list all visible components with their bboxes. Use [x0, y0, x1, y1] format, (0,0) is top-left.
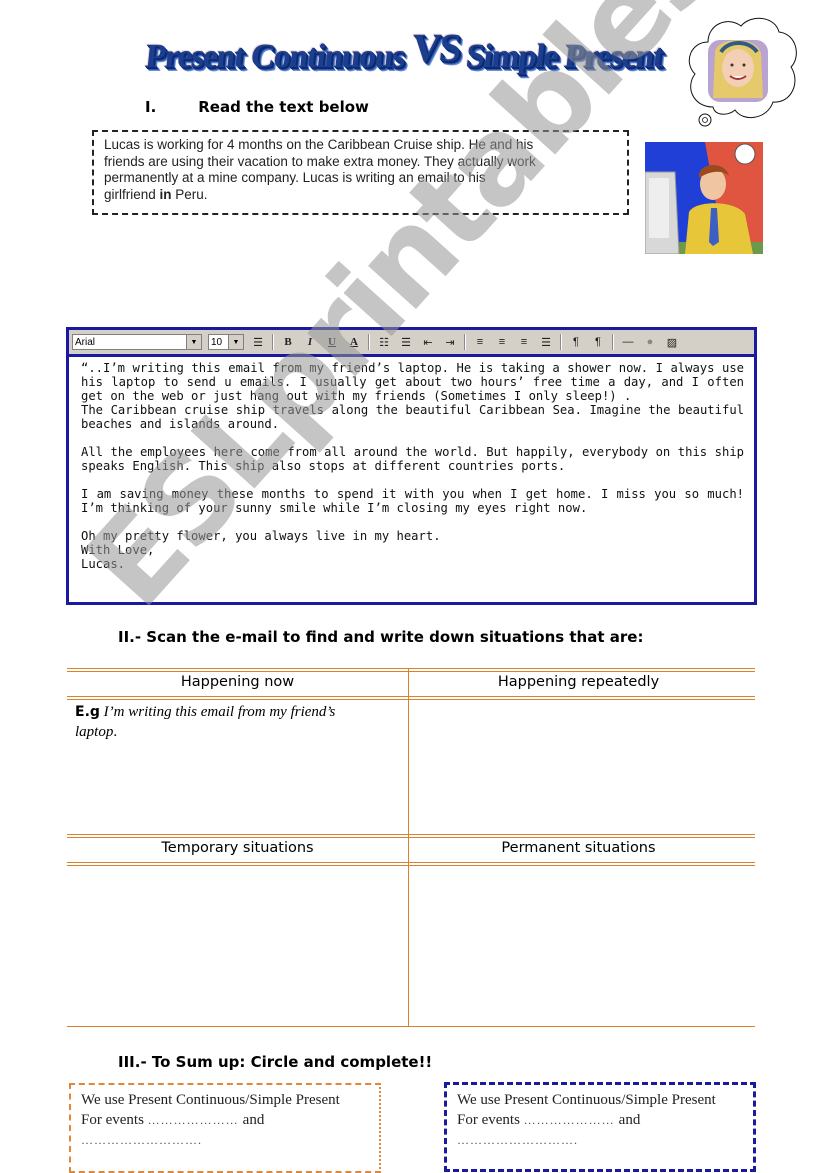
worksheet-title: Present Continuous VS Simple Present	[142, 25, 664, 90]
section-1-number: I.	[145, 98, 157, 116]
email-paragraph: “..I’m writing this email from my friend…	[81, 361, 744, 403]
answer-cell-happening-now[interactable]	[67, 702, 407, 832]
email-paragraph: I am saving money these months to spend …	[81, 487, 744, 515]
email-paragraph: All the employees here come from all aro…	[81, 445, 744, 473]
man-at-computer-icon	[645, 142, 763, 254]
column-header-temporary: Temporary situations	[161, 840, 314, 856]
intro-bold-word: in	[159, 186, 172, 202]
font-color-button[interactable]: A	[346, 334, 362, 350]
toolbar-divider	[612, 334, 614, 350]
rtl-paragraph-icon[interactable]: ¶	[590, 334, 606, 350]
email-closing: With Love,	[81, 543, 155, 557]
summary-line: We use Present Continuous/Simple Present	[457, 1092, 716, 1108]
fill-blank[interactable]: …………………	[524, 1113, 619, 1127]
italic-button[interactable]: I	[302, 334, 318, 350]
fill-blank[interactable]: …………………	[148, 1113, 243, 1127]
intro-line: Lucas is working for 4 months on the Car…	[104, 137, 534, 152]
title-part1: Present Continuous	[143, 38, 406, 75]
chevron-down-icon: ▼	[228, 335, 243, 349]
table-rule	[67, 696, 755, 700]
girlfriend-portrait-icon	[708, 40, 768, 102]
intro-line: friends are using their vacation to make…	[104, 153, 536, 169]
intro-text: Peru.	[171, 186, 208, 202]
summary-text: and	[242, 1112, 265, 1128]
summary-line: For events ………………… and	[457, 1110, 753, 1130]
email-body: “..I’m writing this email from my friend…	[69, 357, 754, 571]
style-icon[interactable]: ☰	[250, 334, 266, 350]
align-center-icon[interactable]: ≡	[494, 334, 510, 350]
align-left-icon[interactable]: ≡	[472, 334, 488, 350]
answer-cell-temporary[interactable]	[67, 868, 407, 1024]
email-window: Arial ▼ 10 ▼ ☰ B I U A ☷ ☰ ⇤ ⇥ ≡ ≡ ≡ ☰ ¶…	[66, 327, 757, 605]
align-right-icon[interactable]: ≡	[516, 334, 532, 350]
toolbar-divider	[464, 334, 466, 350]
insert-picture-icon[interactable]: ▨	[664, 334, 680, 350]
font-size-value: 10	[211, 336, 223, 348]
fill-blank[interactable]: ……………………….	[81, 1130, 379, 1150]
summary-text: and	[618, 1112, 641, 1128]
situations-table: Happening now Happening repeatedly E.g I…	[67, 668, 755, 1028]
summary-line: We use Present Continuous/Simple Present	[81, 1092, 340, 1108]
section-1-text: Read the text below	[198, 98, 369, 116]
horizontal-line-icon[interactable]: —	[620, 334, 636, 350]
summary-line: For events ………………… and	[81, 1110, 379, 1130]
summary-box-right[interactable]: We use Present Continuous/Simple Present…	[444, 1082, 756, 1172]
intro-text-box: Lucas is working for 4 months on the Car…	[92, 130, 629, 215]
justify-icon[interactable]: ☰	[538, 334, 554, 350]
font-family-select[interactable]: Arial ▼	[72, 334, 202, 350]
column-header-happening-repeatedly: Happening repeatedly	[497, 674, 660, 690]
decrease-indent-icon[interactable]: ⇤	[420, 334, 436, 350]
column-header-permanent: Permanent situations	[501, 840, 656, 856]
bold-button[interactable]: B	[280, 334, 296, 350]
ltr-paragraph-icon[interactable]: ¶	[568, 334, 584, 350]
summary-text: For events	[457, 1112, 524, 1128]
numbered-list-icon[interactable]: ☷	[376, 334, 392, 350]
column-header-happening-now: Happening now	[180, 674, 295, 690]
answer-cell-happening-repeatedly[interactable]	[409, 702, 755, 832]
intro-line: permanently at a mine company. Lucas is …	[104, 170, 486, 185]
answer-cell-permanent[interactable]	[409, 868, 755, 1024]
intro-line: girlfriend in Peru.	[104, 187, 627, 204]
formatting-toolbar: Arial ▼ 10 ▼ ☰ B I U A ☷ ☰ ⇤ ⇥ ≡ ≡ ≡ ☰ ¶…	[69, 330, 754, 357]
toolbar-divider	[272, 334, 274, 350]
email-paragraph: Oh my pretty flower, you always live in …	[81, 529, 441, 543]
toolbar-divider	[368, 334, 370, 350]
increase-indent-icon[interactable]: ⇥	[442, 334, 458, 350]
thought-bubble-icon	[688, 17, 797, 127]
table-rule	[67, 1026, 755, 1027]
fill-blank[interactable]: ……………………….	[457, 1130, 753, 1150]
table-rule	[67, 862, 755, 866]
title-part2: Simple Present	[464, 38, 665, 75]
insert-link-icon[interactable]: ●	[642, 334, 658, 350]
table-rule	[67, 668, 755, 672]
font-size-select[interactable]: 10 ▼	[208, 334, 244, 350]
section-3-heading: III.- To Sum up: Circle and complete!!	[118, 1053, 433, 1071]
underline-button[interactable]: U	[324, 334, 340, 350]
table-rule	[67, 834, 755, 838]
font-family-value: Arial	[75, 336, 96, 348]
email-signature: Lucas.	[81, 557, 126, 571]
toolbar-divider	[560, 334, 562, 350]
bulleted-list-icon[interactable]: ☰	[398, 334, 414, 350]
summary-text: For events	[81, 1112, 148, 1128]
section-1-heading: I. Read the text below	[145, 98, 369, 116]
title-vs: VS	[409, 25, 463, 70]
intro-text: girlfriend	[104, 186, 160, 202]
email-paragraph: The Caribbean cruise ship travels along …	[81, 403, 744, 431]
section-2-heading: II.- Scan the e-mail to find and write d…	[118, 628, 644, 646]
summary-box-left[interactable]: We use Present Continuous/Simple Present…	[69, 1083, 381, 1173]
chevron-down-icon: ▼	[186, 335, 201, 349]
